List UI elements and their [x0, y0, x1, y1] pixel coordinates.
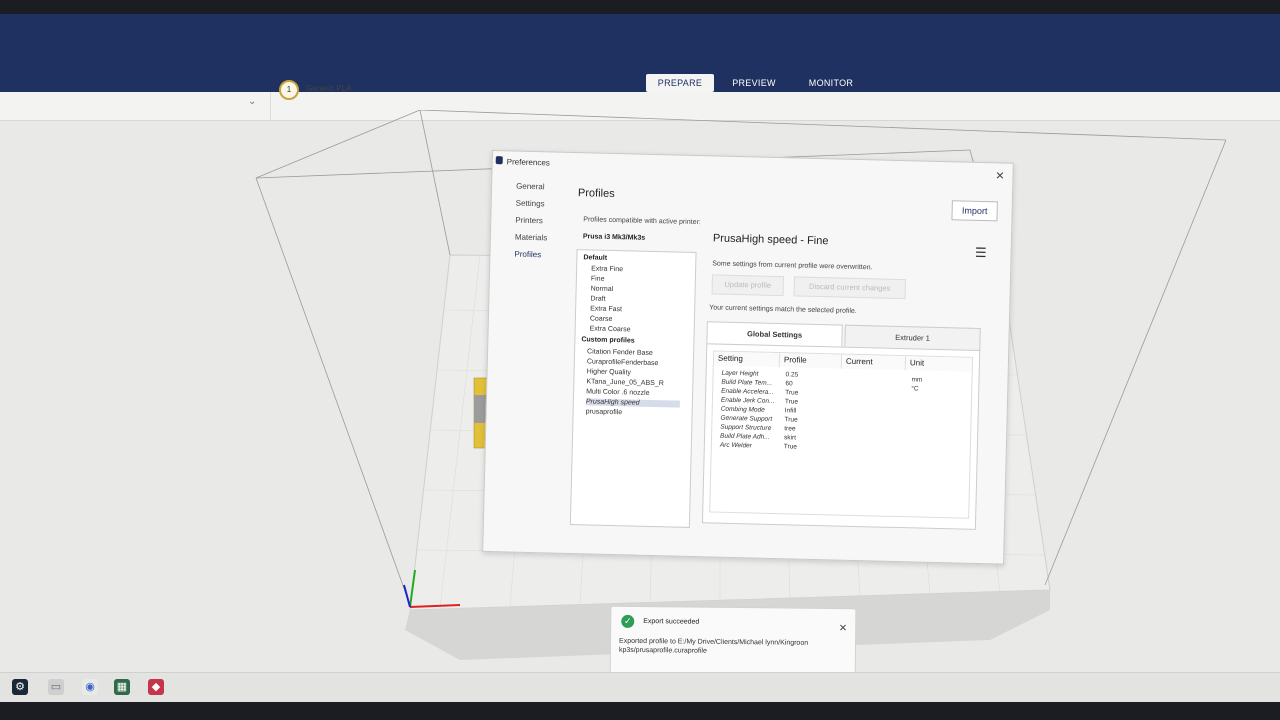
cura-app-icon — [495, 156, 503, 165]
monitor-bezel — [0, 702, 1280, 720]
list-item[interactable]: Higher Quality — [587, 368, 632, 376]
list-item[interactable]: Fine — [591, 275, 605, 282]
close-icon[interactable]: ✕ — [839, 623, 848, 634]
list-item[interactable]: Citation Fender Base — [587, 348, 653, 357]
table-cell: True — [785, 389, 799, 397]
profile-list[interactable]: Default Extra Fine Fine Normal Draft Ext… — [569, 249, 697, 528]
table-cell: True — [784, 398, 799, 406]
printer-name: Prusa i3 Mk3/Mk3s — [582, 233, 646, 242]
profile-detail-title: PrusaHigh speed - Fine — [712, 232, 829, 248]
close-icon[interactable]: ✕ — [995, 169, 1005, 182]
list-header-custom: Custom profiles — [581, 336, 635, 345]
table-cell: Layer Height — [721, 369, 759, 378]
table-cell: Infill — [784, 407, 797, 415]
nav-general[interactable]: General — [516, 182, 545, 192]
list-item[interactable]: CuraprofileFenderbase — [587, 358, 659, 367]
chrome-icon[interactable]: ◉ — [82, 679, 98, 695]
toast-title: Export succeeded — [643, 618, 700, 626]
list-item-selected[interactable]: PrusaHigh speed — [585, 398, 680, 408]
chevron-down-icon[interactable]: ⌄ — [248, 96, 256, 107]
list-item[interactable]: Extra Coarse — [590, 325, 631, 333]
import-button[interactable]: Import — [951, 200, 998, 222]
table-cell: Enable Jerk Con... — [720, 396, 775, 405]
update-profile-button[interactable]: Update profile — [711, 274, 785, 297]
column-header: Setting — [713, 351, 781, 368]
table-cell: Build Plate Adh... — [719, 432, 770, 441]
table-cell: True — [784, 416, 798, 424]
table-cell: 0.25 — [785, 371, 799, 379]
menu-icon[interactable]: ☰ — [975, 245, 987, 261]
table-cell: Build Plate Tem... — [721, 378, 773, 387]
list-item[interactable]: Draft — [590, 295, 605, 302]
cura-icon[interactable]: ◆ — [148, 679, 164, 695]
table-cell: mm — [911, 376, 923, 384]
table-cell: True — [783, 443, 798, 451]
list-item[interactable]: Normal — [591, 285, 614, 293]
list-item[interactable]: KTana_June_05_ABS_R — [586, 378, 664, 387]
calculator-icon[interactable]: ▦ — [114, 679, 130, 695]
file-explorer-icon[interactable]: ▭ — [48, 679, 64, 695]
list-item[interactable]: Extra Fast — [590, 305, 622, 313]
monitor-bezel — [0, 0, 1280, 14]
check-circle-icon: ✓ — [621, 614, 635, 628]
preferences-dialog: Preferences ✕ General Settings Printers … — [482, 150, 1014, 565]
table-cell: Arc Welder — [719, 441, 752, 450]
column-header: Profile — [779, 353, 843, 369]
table-cell: Enable Accelera... — [721, 387, 774, 396]
tab-prepare[interactable]: PREPARE — [646, 74, 714, 92]
steam-icon[interactable]: ⚙ — [12, 679, 28, 695]
discard-changes-button[interactable]: Discard current changes — [793, 276, 906, 300]
nav-materials[interactable]: Materials — [515, 233, 548, 243]
table-cell: °C — [911, 385, 919, 393]
nav-printers[interactable]: Printers — [515, 216, 543, 226]
top-toolbar: PREPARE PREVIEW MONITOR — [0, 14, 1280, 92]
table-cell: skirt — [783, 434, 797, 442]
material-label[interactable]: Generic PLA — [306, 84, 351, 93]
list-item[interactable]: Multi Color .6 nozzle — [586, 388, 650, 397]
nav-settings[interactable]: Settings — [516, 199, 545, 209]
compat-label: Profiles compatible with active printer: — [583, 216, 701, 227]
table-cell: Combing Mode — [720, 405, 765, 414]
table-cell: tree — [784, 425, 796, 433]
table-cell: Support Structure — [720, 423, 772, 432]
settings-panel: Setting Profile Current Unit Layer Heigh… — [701, 343, 981, 530]
dialog-title: Preferences — [506, 157, 550, 168]
tab-monitor[interactable]: MONITOR — [800, 74, 862, 92]
nav-profiles[interactable]: Profiles — [514, 250, 541, 260]
list-item[interactable]: Coarse — [590, 315, 613, 323]
overwritten-message: Some settings from current profile were … — [712, 260, 873, 272]
settings-table[interactable]: Setting Profile Current Unit Layer Heigh… — [709, 350, 974, 519]
taskbar: ⚙ ▭ ◉ ▦ ◆ — [0, 672, 1280, 703]
column-header: Current — [841, 354, 907, 371]
section-title: Profiles — [577, 187, 615, 201]
list-item[interactable]: prusaprofile — [586, 408, 623, 416]
table-cell: Generate Support — [720, 414, 773, 423]
column-header: Unit — [905, 356, 973, 372]
table-cell: 60 — [785, 380, 793, 388]
tab-preview[interactable]: PREVIEW — [724, 74, 784, 92]
extruder-badge[interactable]: 1 — [279, 80, 299, 100]
list-item[interactable]: Extra Fine — [591, 265, 623, 273]
toast-message: Exported profile to E:/My Drive/Clients/… — [618, 637, 809, 655]
list-header-default: Default — [583, 254, 608, 262]
match-message: Your current settings match the selected… — [709, 304, 857, 315]
